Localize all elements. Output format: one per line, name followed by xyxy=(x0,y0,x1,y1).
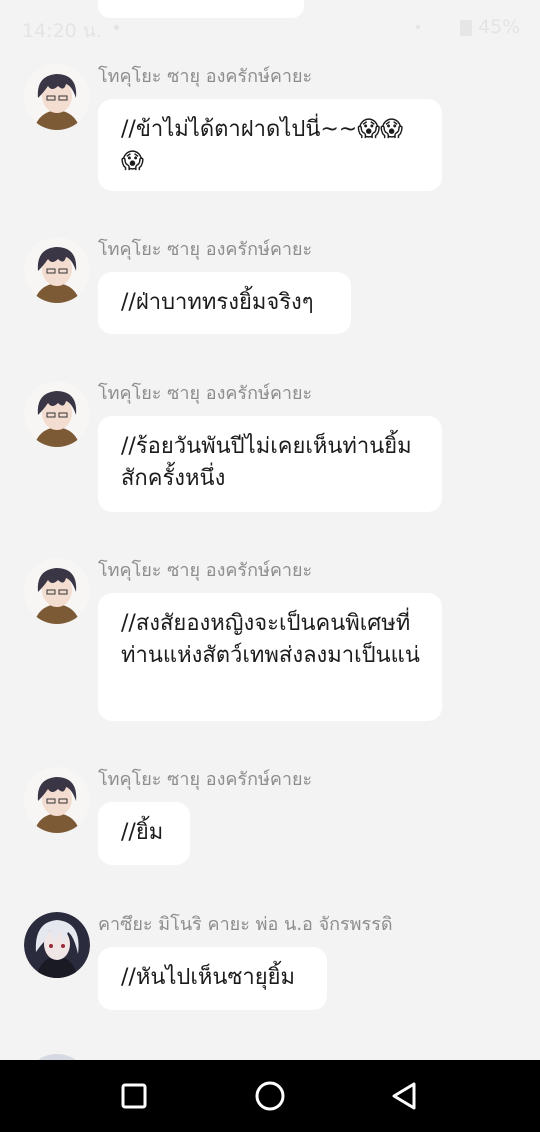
sender-avatar[interactable] xyxy=(24,64,90,130)
sender-avatar[interactable] xyxy=(24,767,90,833)
circle-home-icon xyxy=(255,1081,285,1111)
message-bubble[interactable]: //ยิ้ม xyxy=(98,802,190,865)
sender-name: โทคุโยะ ซายุ องครักษ์คายะ xyxy=(98,769,313,790)
back-button[interactable] xyxy=(388,1080,420,1112)
triangle-back-icon xyxy=(392,1082,416,1110)
sender-avatar[interactable] xyxy=(24,912,90,978)
signal-dot-icon xyxy=(416,25,420,29)
status-time: 14:20 น. xyxy=(22,20,102,42)
avatar-dark-hair-boy-icon xyxy=(24,381,90,447)
sender-name: คาซึยะ มิโนริ คายะ พ่อ น.อ จักรพรรดิ xyxy=(98,914,393,935)
status-bar: 14:20 น. 45% xyxy=(0,0,540,56)
battery-icon xyxy=(460,20,472,36)
avatar-dark-hair-boy-icon xyxy=(24,558,90,624)
avatar-dark-hair-boy-icon xyxy=(24,64,90,130)
message-bubble[interactable]: //ข้าไม่ได้ตาฝาดไปนี่~~😱😱😱 xyxy=(98,99,442,191)
notification-dot-icon xyxy=(114,25,119,30)
message-bubble[interactable]: //ร้อยวันพันปีไม่เคยเห็นท่านยิ้มสักครั้ง… xyxy=(98,416,442,512)
battery-percent: 45% xyxy=(478,16,521,38)
sender-avatar[interactable] xyxy=(24,558,90,624)
sender-avatar[interactable] xyxy=(24,237,90,303)
message-bubble[interactable]: //หันไปเห็นซายุยิ้ม xyxy=(98,947,327,1010)
chat-feed[interactable]: โทคุโยะ ซายุ องครักษ์คายะ //ข้าไม่ได้ตาฝ… xyxy=(0,0,540,1060)
sender-name: โทคุโยะ ซายุ องครักษ์คายะ xyxy=(98,560,313,581)
sender-name: โทคุโยะ ซายุ องครักษ์คายะ xyxy=(98,383,313,404)
sender-name: โทคุโยะ ซายุ องครักษ์คายะ xyxy=(98,239,313,260)
square-recents-icon xyxy=(121,1083,147,1109)
navigation-bar xyxy=(0,1060,540,1132)
home-button[interactable] xyxy=(252,1078,288,1114)
message-bubble[interactable]: //สงสัยองหญิงจะเป็นคนพิเศษที่ท่านแห่งสัต… xyxy=(98,593,442,721)
avatar-dark-hair-boy-icon xyxy=(24,767,90,833)
avatar-white-hair-man-icon xyxy=(24,912,90,978)
avatar-dark-hair-boy-icon xyxy=(24,237,90,303)
sender-name: โทคุโยะ ซายุ องครักษ์คายะ xyxy=(98,66,313,87)
recents-button[interactable] xyxy=(118,1080,150,1112)
message-bubble[interactable]: //ฝ่าบาททรงยิ้มจริงๆ xyxy=(98,272,351,334)
sender-avatar[interactable] xyxy=(24,381,90,447)
